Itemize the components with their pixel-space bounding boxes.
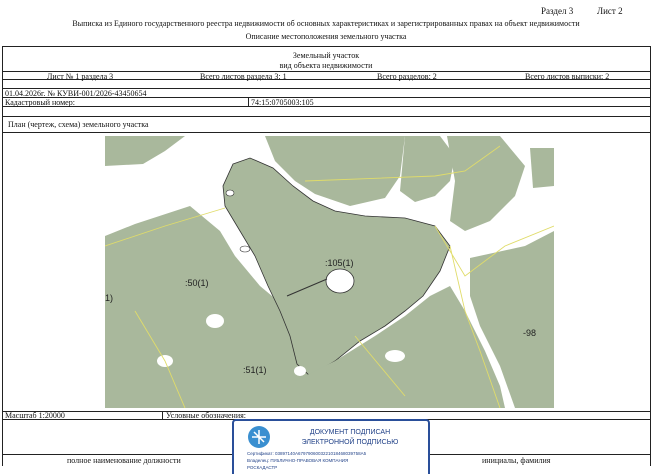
- footer-divider: [2, 411, 650, 412]
- parcel-label: :105(1): [325, 258, 354, 268]
- section-label: Раздел 3: [541, 6, 574, 16]
- emblem-icon: [248, 426, 270, 448]
- total-sheets-section: Всего листов раздела 3: 1: [200, 72, 287, 81]
- map-scale: Масштаб 1:20000: [5, 411, 65, 420]
- parcel-label: 1): [105, 293, 113, 303]
- e-signature-stamp: ДОКУМЕНТ ПОДПИСАН ЭЛЕКТРОННОЙ ПОДПИСЬЮ С…: [232, 419, 430, 474]
- object-type: Земельный участок: [292, 51, 360, 60]
- total-sheets-extract: Всего листов выписки: 2: [525, 72, 610, 81]
- position-caption: полное наименование должности: [67, 456, 181, 465]
- document-title: Выписка из Единого государственного реес…: [72, 19, 580, 28]
- stamp-owner: Владелец: ПУБЛИЧНО-ПРАВОВАЯ КОМПАНИЯ: [247, 458, 349, 463]
- cadastral-number: 74:15:0705003:105: [251, 98, 314, 107]
- parcel-label: :50(1): [185, 278, 209, 288]
- cell-divider: [248, 97, 249, 106]
- footer-cell-divider: [162, 411, 163, 419]
- table-left-border: [2, 46, 3, 466]
- table-divider: [2, 116, 650, 117]
- object-type-caption: вид объекта недвижимости: [279, 61, 373, 70]
- parcel-label: -98: [523, 328, 536, 338]
- plan-label: План (чертеж, схема) земельного участка: [8, 120, 149, 129]
- table-top-border: [2, 46, 650, 47]
- document-subtitle: Описание местоположения земельного участ…: [245, 32, 407, 41]
- table-right-border: [650, 46, 651, 466]
- parcel-label: :51(1): [243, 365, 267, 375]
- table-divider: [2, 106, 650, 107]
- table-divider: [2, 132, 650, 133]
- stamp-owner2: РОСКАДАСТР: [247, 465, 278, 470]
- total-sections: Всего разделов: 2: [377, 72, 437, 81]
- sheet-label: Лист 2: [597, 6, 623, 16]
- cadastral-label: Кадастровый номер:: [5, 98, 75, 107]
- stamp-line1: ДОКУМЕНТ ПОДПИСАН: [309, 429, 391, 436]
- sheet-number: Лист № 1 раздела 3: [47, 72, 114, 81]
- land-plot-map: :105(1) :50(1) :51(1) -98 1): [105, 136, 554, 408]
- stamp-cert: Сертификат: 03897140A6797906003221018468…: [247, 451, 367, 456]
- stamp-line2: ЭЛЕКТРОННОЙ ПОДПИСЬЮ: [301, 439, 399, 446]
- name-caption: инициалы, фамилия: [482, 456, 551, 465]
